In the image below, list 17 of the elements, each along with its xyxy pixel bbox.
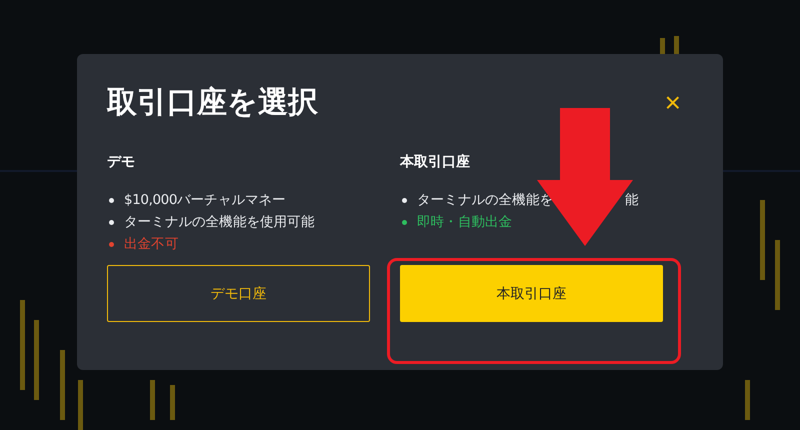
feature-text: ターミナルの全機能を xyxy=(417,191,554,209)
account-heading: デモ xyxy=(107,153,136,171)
account-heading: 本取引口座 xyxy=(400,153,471,171)
account-button[interactable]: 本取引口座 xyxy=(400,265,663,322)
bullet-icon xyxy=(402,198,407,202)
dialog-title: 取引口座を選択 xyxy=(107,84,318,122)
bullet-icon xyxy=(109,220,114,224)
feature-text: ターミナルの全機能を使用可能 xyxy=(124,213,314,231)
bullet-icon xyxy=(402,220,407,224)
feature-text: 能 xyxy=(625,191,639,209)
close-button[interactable]: × xyxy=(652,88,693,116)
bullet-icon xyxy=(109,242,114,246)
feature-text: 出金不可 xyxy=(124,235,178,253)
account-button[interactable]: デモ口座 xyxy=(107,265,370,322)
feature-text: 即時・自動出金 xyxy=(417,213,512,231)
bullet-icon xyxy=(109,198,114,202)
feature-text: $10,000バーチャルマネー xyxy=(124,191,286,209)
